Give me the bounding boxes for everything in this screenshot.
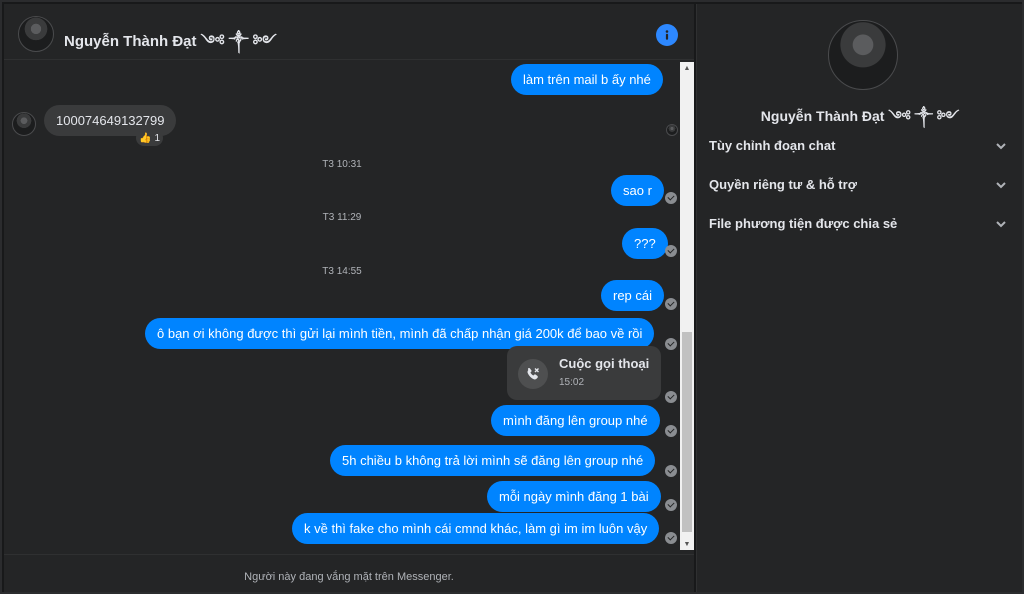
chat-panel: Nguyễn Thành Đạt ༺ ༒ ༻ làm trên mail b ấ… [4, 4, 694, 592]
message-bubble[interactable]: rep cái [601, 280, 665, 311]
seen-check-icon [665, 338, 677, 350]
profile-name[interactable]: Nguyễn Thành Đạt ༺ ༒ ༻ [697, 100, 1023, 140]
seen-check-icon [665, 465, 677, 477]
conversation-info-panel: Nguyễn Thành Đạt ༺ ༒ ༻ Tùy chỉnh đoạn ch… [696, 4, 1022, 592]
missed-call-icon [518, 359, 548, 389]
call-time: 15:02 [559, 377, 585, 388]
chevron-down-icon [996, 221, 1006, 228]
menu-item-label: File phương tiện được chia sẻ [709, 216, 898, 231]
menu-customize-chat[interactable]: Tùy chỉnh đoạn chat [709, 138, 1011, 158]
chevron-down-icon [996, 182, 1006, 189]
menu-privacy-support[interactable]: Quyền riêng tư & hỗ trợ [709, 177, 1011, 197]
seen-check-icon [665, 391, 677, 403]
seen-check-icon [665, 245, 677, 257]
profile-avatar[interactable] [828, 20, 898, 90]
reaction-count: 1 [154, 132, 161, 144]
message-bubble[interactable]: mỗi ngày mình đăng 1 bài [487, 481, 661, 512]
missed-call-card[interactable]: Cuộc gọi thoại 15:02 [507, 346, 661, 400]
message-list[interactable]: làm trên mail b ấy nhé 100074649132799 👍… [4, 60, 694, 554]
scroll-down-arrow[interactable]: ▼ [680, 538, 694, 550]
messenger-window: Nguyễn Thành Đạt ༺ ༒ ༻ làm trên mail b ấ… [0, 0, 1024, 594]
info-icon [665, 30, 669, 40]
seen-check-icon [665, 425, 677, 437]
contact-avatar[interactable] [18, 16, 54, 52]
scroll-up-arrow[interactable]: ▲ [680, 62, 694, 74]
timestamp: T3 11:29 [322, 212, 362, 223]
info-button[interactable] [656, 24, 678, 46]
seen-check-icon [665, 532, 677, 544]
message-bubble[interactable]: mình đăng lên group nhé [491, 405, 660, 436]
message-bubble[interactable]: k về thì fake cho mình cái cmnd khác, là… [292, 513, 660, 544]
scroll-thumb[interactable] [682, 332, 692, 532]
message-bubble[interactable]: sao r [611, 175, 664, 206]
seen-check-icon [665, 298, 677, 310]
seen-check-icon [665, 499, 677, 511]
sender-avatar [12, 112, 36, 136]
seen-avatar [666, 124, 678, 136]
menu-shared-media[interactable]: File phương tiện được chia sẻ [709, 216, 1011, 236]
chat-header: Nguyễn Thành Đạt ༺ ༒ ༻ [4, 4, 694, 60]
scrollbar[interactable]: ▲ ▼ [680, 62, 694, 550]
message-bubble[interactable]: làm trên mail b ấy nhé [511, 64, 663, 95]
timestamp: T3 10:31 [322, 159, 362, 170]
call-title: Cuộc gọi thoại [559, 356, 650, 371]
menu-item-label: Quyền riêng tư & hỗ trợ [709, 177, 857, 192]
chevron-down-icon [996, 143, 1006, 150]
thumbs-up-icon: 👍 [139, 132, 152, 144]
message-bubble[interactable]: ??? [622, 228, 668, 259]
reaction-badge[interactable]: 👍 1 [136, 130, 164, 146]
seen-check-icon [665, 192, 677, 204]
timestamp: T3 14:55 [322, 266, 362, 277]
message-bubble[interactable]: 5h chiều b không trả lời mình sẽ đăng lê… [330, 445, 656, 476]
message-bubble[interactable]: ô bạn ơi không được thì gửi lại mình tiề… [145, 318, 655, 349]
presence-status: Người này đang vắng mặt trên Messenger. [4, 554, 694, 592]
menu-item-label: Tùy chỉnh đoạn chat [709, 138, 836, 153]
